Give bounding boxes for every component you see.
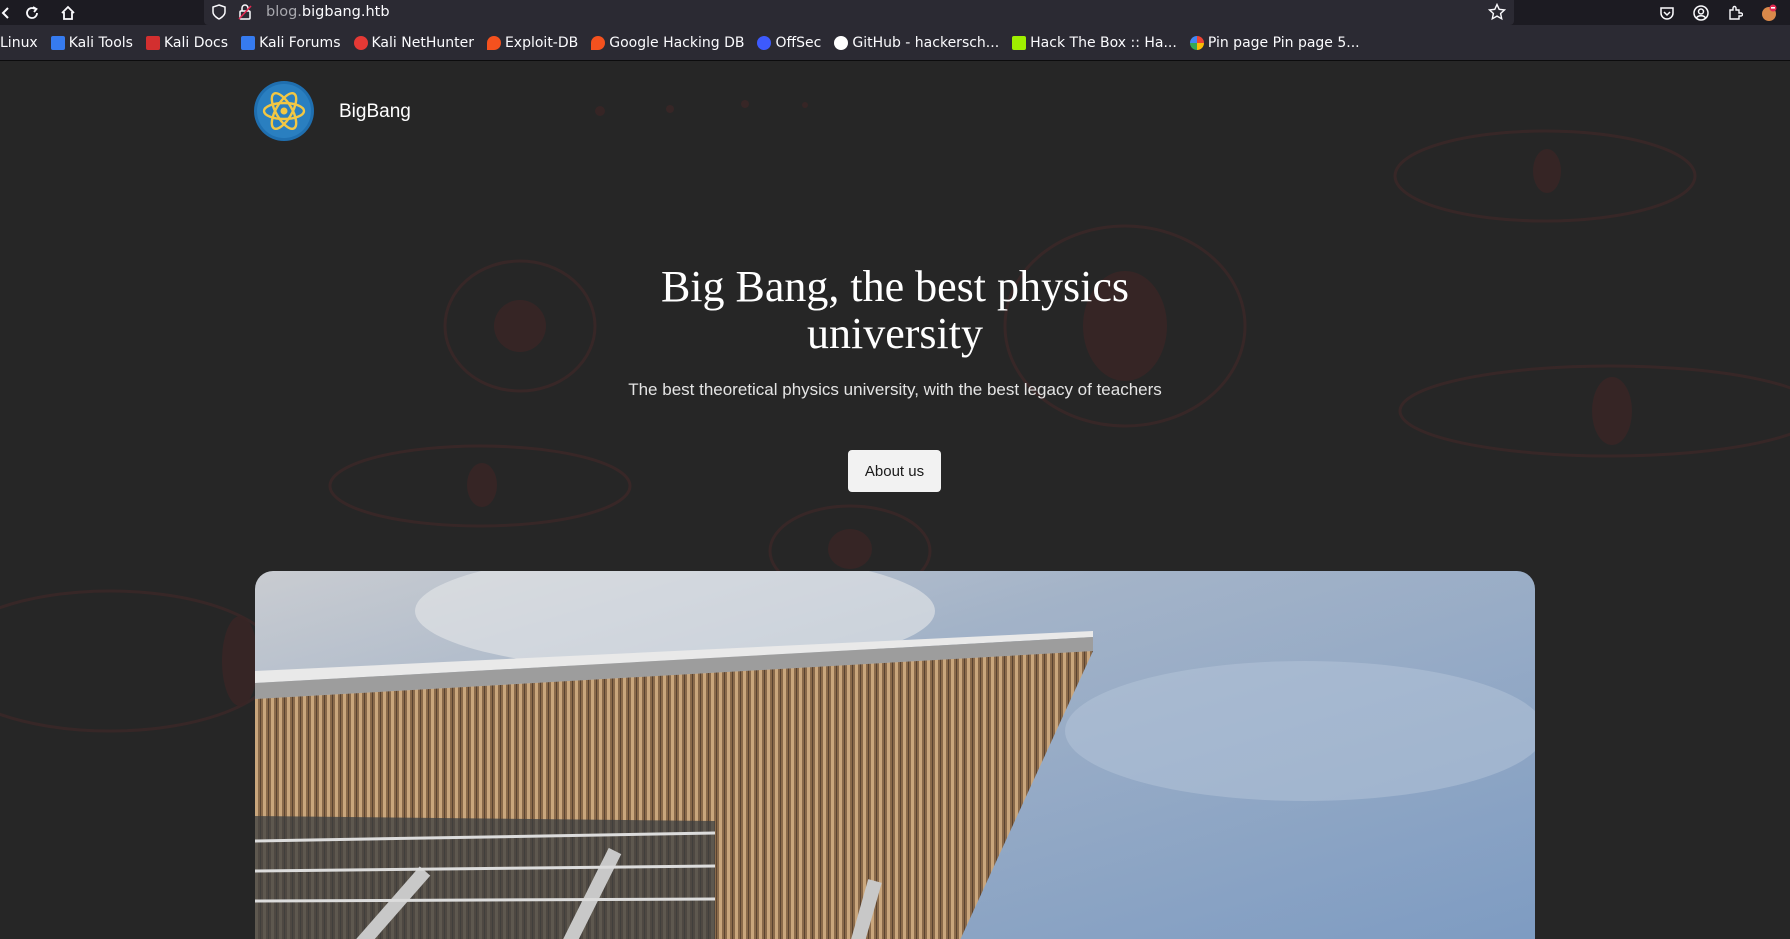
pocket-icon[interactable]	[1656, 2, 1678, 24]
bookmark-label: Kali NetHunter	[371, 34, 474, 51]
extension-avatar-icon[interactable]	[1758, 2, 1780, 24]
bookmark-label: Kali Tools	[68, 34, 133, 51]
bookmark-linux[interactable]: Linux	[0, 35, 38, 51]
bookmark-label: Linux	[0, 34, 38, 51]
bookmark-label: Kali Forums	[259, 34, 341, 51]
url-subdomain: blog.	[266, 4, 302, 20]
google-icon	[1189, 35, 1204, 50]
kali-nethunter-icon	[353, 35, 368, 50]
kali-docs-icon	[145, 35, 160, 50]
kali-tools-icon	[50, 35, 65, 50]
bookmark-pin-page[interactable]: Pin page Pin page 5...	[1189, 34, 1360, 51]
address-bar[interactable]: blog.bigbang.htb	[204, 0, 1514, 25]
github-icon	[834, 35, 849, 50]
url-domain: bigbang.htb	[301, 4, 390, 20]
bookmark-offsec[interactable]: OffSec	[757, 35, 821, 51]
bookmark-label: Kali Docs	[163, 34, 229, 51]
url-text[interactable]: blog.bigbang.htb	[266, 4, 390, 20]
hero-subtitle: The best theoretical physics university,…	[628, 380, 1162, 399]
bookmark-htb[interactable]: Hack The Box :: Ha...	[1012, 35, 1177, 51]
bookmark-label: GitHub - hackersch...	[852, 34, 1000, 51]
offsec-icon	[757, 35, 772, 50]
browser-toolbar: blog.bigbang.htb	[0, 0, 1790, 25]
exploit-db-icon	[486, 35, 501, 50]
reload-icon[interactable]	[21, 2, 43, 24]
bigbang-logo[interactable]	[254, 81, 314, 141]
about-us-button[interactable]: About us	[848, 450, 941, 492]
bookmark-github[interactable]: GitHub - hackersch...	[834, 35, 999, 51]
bookmark-kali-forums[interactable]: Kali Forums	[241, 34, 341, 51]
bookmark-kali-tools[interactable]: Kali Tools	[50, 34, 133, 51]
bookmark-label: Exploit-DB	[504, 34, 579, 51]
hero-building-image	[255, 571, 1535, 939]
insecure-lock-icon[interactable]	[238, 4, 252, 24]
bookmark-label: Pin page Pin page 5...	[1207, 34, 1360, 51]
tracking-shield-icon[interactable]	[212, 4, 226, 24]
back-icon[interactable]	[0, 2, 16, 24]
web-page: BigBang Big Bang, the best physics unive…	[0, 61, 1790, 939]
htb-icon	[1012, 35, 1027, 50]
bookmark-label: OffSec	[775, 34, 822, 51]
bookmark-kali-nethunter[interactable]: Kali NetHunter	[353, 34, 474, 51]
bookmark-label: Google Hacking DB	[609, 34, 745, 51]
bookmark-exploit-db[interactable]: Exploit-DB	[486, 34, 579, 51]
bookmark-kali-docs[interactable]: Kali Docs	[145, 34, 229, 51]
bookmarks-toolbar: Linux Kali Tools Kali Docs Kali Forums K…	[0, 25, 1790, 61]
site-name[interactable]: BigBang	[339, 101, 411, 123]
home-icon[interactable]	[57, 2, 79, 24]
bookmark-ghdb[interactable]: Google Hacking DB	[591, 35, 744, 51]
account-icon[interactable]	[1690, 2, 1712, 24]
bookmark-label: Hack The Box :: Ha...	[1030, 34, 1177, 51]
extensions-icon[interactable]	[1724, 2, 1746, 24]
kali-forums-icon	[241, 35, 256, 50]
hero-title: Big Bang, the best physics university	[660, 262, 1130, 358]
ghdb-icon	[591, 35, 606, 50]
bookmark-star-icon[interactable]	[1487, 2, 1507, 25]
